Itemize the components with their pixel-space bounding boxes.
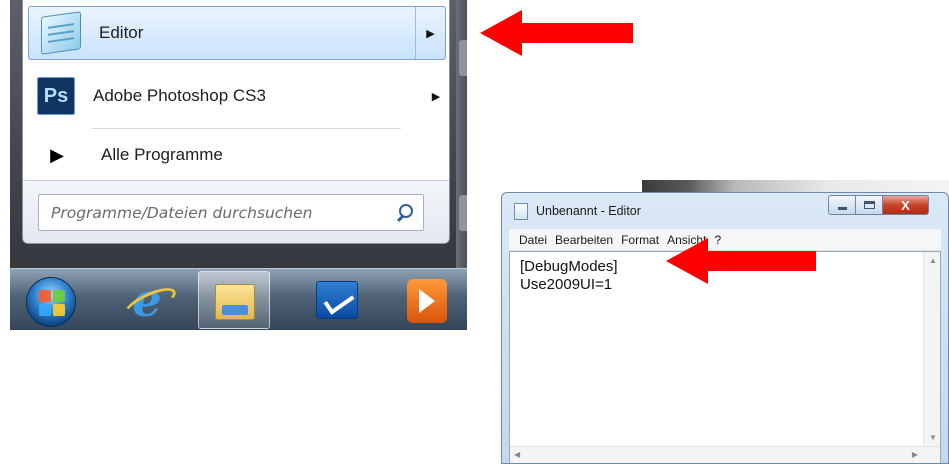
- right-panel-item: [459, 195, 467, 231]
- menu-item-label: Editor: [99, 23, 144, 42]
- notepad-icon: [35, 6, 89, 60]
- search-icon[interactable]: [389, 195, 423, 230]
- submenu-arrow-icon[interactable]: ▶: [421, 69, 451, 123]
- search-input[interactable]: [39, 202, 389, 223]
- right-panel-item: [459, 40, 467, 76]
- all-programs-label: Alle Programme: [101, 145, 223, 164]
- close-button[interactable]: X: [883, 195, 929, 215]
- search-area: [23, 180, 449, 243]
- scroll-up-icon[interactable]: ▲: [929, 256, 937, 265]
- windows-start-orb[interactable]: [10, 271, 82, 329]
- menu-datei[interactable]: Datei: [519, 233, 547, 247]
- menu-bearbeiten[interactable]: Bearbeiten: [555, 233, 613, 247]
- minimize-icon: [837, 207, 847, 210]
- notepad-window: Unbenannt - Editor X Datei Bearbeiten Fo…: [501, 192, 949, 464]
- scroll-right-icon[interactable]: ▶: [912, 450, 918, 459]
- horizontal-scrollbar[interactable]: ◀ ▶: [510, 446, 940, 463]
- submenu-arrow-icon[interactable]: ▶: [415, 7, 445, 59]
- notepad-content[interactable]: [DebugModes] Use2009UI=1: [520, 258, 618, 294]
- minimize-button[interactable]: [828, 195, 856, 215]
- red-arrow-annotation: [666, 238, 816, 284]
- scroll-left-icon[interactable]: ◀: [514, 450, 520, 459]
- menu-item-label: Adobe Photoshop CS3: [93, 86, 266, 105]
- explorer-folder-icon[interactable]: [198, 271, 270, 329]
- content-line: [DebugModes]: [520, 258, 618, 275]
- menu-item-editor[interactable]: Editor ▶: [28, 6, 446, 60]
- content-line: Use2009UI=1: [520, 276, 613, 293]
- notepad-icon: [514, 203, 528, 220]
- menu-format[interactable]: Format: [621, 233, 659, 247]
- vertical-scrollbar[interactable]: ▲ ▼: [923, 252, 940, 446]
- close-icon: X: [901, 197, 910, 213]
- maximize-icon: [863, 201, 875, 209]
- maximize-button[interactable]: [856, 195, 883, 215]
- internet-explorer-icon[interactable]: e: [110, 271, 182, 329]
- taskbar: e: [10, 268, 467, 330]
- search-box[interactable]: [38, 194, 424, 231]
- all-programs-item[interactable]: ▶ Alle Programme: [23, 132, 451, 178]
- expand-triangle-icon: ▶: [50, 144, 64, 165]
- scroll-down-icon[interactable]: ▼: [929, 433, 937, 442]
- taskbar-app-icon[interactable]: [302, 271, 374, 329]
- start-menu-screenshot: Editor ▶ Ps Adobe Photoshop CS3 ▶ ▶ Alle…: [10, 0, 467, 330]
- start-menu-pane: Editor ▶ Ps Adobe Photoshop CS3 ▶ ▶ Alle…: [22, 0, 450, 244]
- right-panel-strip: [456, 0, 467, 270]
- notepad-titlebar[interactable]: Unbenannt - Editor X: [502, 193, 948, 229]
- red-arrow-annotation: [480, 10, 633, 56]
- menu-separator: [91, 128, 401, 129]
- photoshop-icon: Ps: [29, 69, 83, 123]
- media-player-icon[interactable]: [393, 271, 465, 329]
- window-title: Unbenannt - Editor: [536, 204, 641, 218]
- menu-item-photoshop[interactable]: Ps Adobe Photoshop CS3 ▶: [23, 69, 451, 123]
